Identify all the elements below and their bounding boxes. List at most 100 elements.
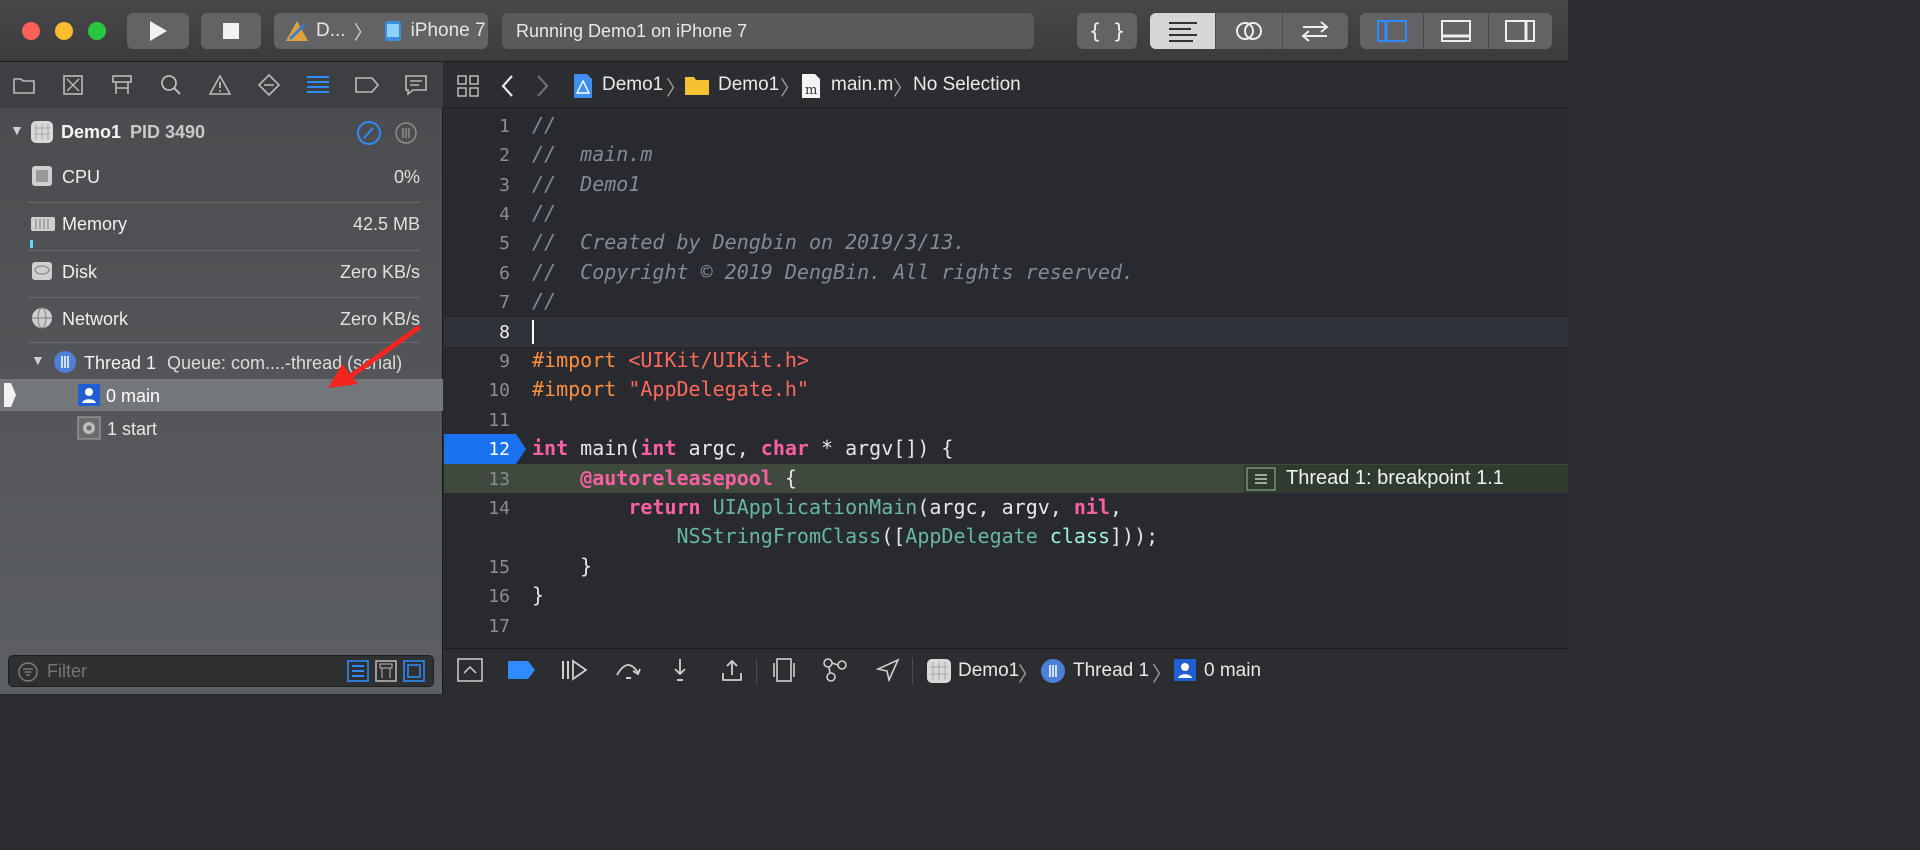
- breadcrumb-file[interactable]: main.m: [831, 74, 893, 96]
- folder-icon[interactable]: [10, 72, 38, 98]
- disclosure-triangle-icon[interactable]: ▼: [10, 122, 24, 138]
- filter-input[interactable]: [45, 660, 325, 682]
- toggle-navigator-button[interactable]: [1360, 13, 1425, 49]
- gauge-value: 0%: [393, 167, 420, 187]
- breadcrumb-symbol[interactable]: No Selection: [913, 74, 1021, 96]
- breakpoints-toggle-button[interactable]: [508, 656, 536, 684]
- step-over-icon: [616, 664, 641, 679]
- close-window-button[interactable]: [22, 22, 40, 40]
- continue-icon: [562, 659, 588, 681]
- library-button[interactable]: { }: [1077, 13, 1137, 49]
- code-line-6: // Copyright © 2019 DengBin. All rights …: [532, 260, 1135, 284]
- back-icon[interactable]: [500, 74, 514, 98]
- gauge-indicator-icon[interactable]: [356, 120, 382, 146]
- xcode-app-icon: [286, 21, 308, 41]
- code-line-12: int main(int argc, char * argv[]) {: [532, 436, 953, 460]
- gauge-row-memory[interactable]: Memory 42.5 MB: [0, 211, 443, 248]
- line-number: 13: [488, 469, 510, 490]
- divider: [28, 202, 420, 203]
- hide-debug-area-button[interactable]: [456, 656, 484, 684]
- hierarchy-icon[interactable]: [108, 72, 136, 98]
- chevron-right-icon: 〉: [1018, 664, 1038, 686]
- location-icon: [876, 658, 900, 682]
- svg-text:m: m: [805, 83, 817, 98]
- continue-button[interactable]: [560, 656, 588, 684]
- cursor-line-highlight: [444, 317, 1568, 347]
- stack-frame[interactable]: 1 start: [0, 414, 443, 442]
- debug-icon[interactable]: [304, 72, 332, 98]
- chevron-right-icon: 〉: [893, 78, 913, 100]
- simulate-location-button[interactable]: [874, 656, 902, 684]
- code-line-4: //: [532, 201, 557, 225]
- keyword: return: [628, 495, 701, 519]
- run-button[interactable]: [127, 13, 189, 49]
- assistant-editor-button[interactable]: [1216, 13, 1283, 49]
- code-line-1: //: [532, 113, 557, 137]
- debug-crumb-thread[interactable]: Thread 1: [1073, 660, 1149, 682]
- step-into-button[interactable]: [666, 656, 694, 684]
- scheme-selector[interactable]: D... 〉 iPhone 7: [274, 13, 488, 49]
- gauge-row-disk[interactable]: Disk Zero KB/s: [0, 259, 443, 285]
- editor-mode-segment: [1150, 13, 1348, 49]
- filter-stack-icon[interactable]: [347, 660, 369, 682]
- breakpoint-icon[interactable]: [353, 72, 381, 98]
- toggle-debug-area-button[interactable]: [1424, 13, 1489, 49]
- divider: [28, 297, 420, 298]
- keyword: @autoreleasepool: [580, 466, 773, 490]
- line-number: 9: [499, 351, 510, 372]
- divider: [28, 250, 420, 251]
- version-editor-button[interactable]: [1283, 13, 1348, 49]
- stop-button[interactable]: [201, 13, 261, 49]
- forward-icon[interactable]: [536, 74, 550, 98]
- debug-crumb-frame[interactable]: 0 main: [1204, 660, 1261, 682]
- related-items-icon[interactable]: [456, 74, 480, 98]
- line-number: 7: [499, 292, 510, 313]
- objc-file-icon: m: [802, 74, 820, 98]
- code-line-14-wrap: NSStringFromClass([AppDelegate class]));: [532, 524, 1159, 548]
- symbol-icon[interactable]: [59, 72, 87, 98]
- gauge-row-cpu[interactable]: CPU 0%: [0, 164, 443, 190]
- toggle-inspector-button[interactable]: [1489, 13, 1552, 49]
- filter-hierarchy-icon[interactable]: [375, 660, 397, 682]
- process-row[interactable]: ▼ Demo1 PID 3490: [0, 120, 443, 146]
- code-text: argc,: [676, 436, 761, 460]
- search-icon[interactable]: [157, 72, 185, 98]
- zoom-window-button[interactable]: [88, 22, 106, 40]
- thread-pause-icon[interactable]: [394, 121, 418, 145]
- gauge-label: Memory: [62, 214, 128, 234]
- frame-label: 1 start: [107, 419, 158, 439]
- breakpoint-annotation[interactable]: Thread 1: breakpoint 1.1: [1244, 465, 1568, 493]
- code-line-14: return UIApplicationMain(argc, argv, nil…: [532, 495, 1122, 519]
- standard-editor-button[interactable]: [1150, 13, 1217, 49]
- line-number: 3: [499, 175, 510, 196]
- line-number: 14: [488, 498, 510, 519]
- filter-crashed-icon[interactable]: [403, 660, 425, 682]
- breadcrumb-project[interactable]: Demo1: [602, 74, 663, 96]
- line-number: 16: [488, 586, 510, 607]
- left-panel-icon: [1376, 20, 1407, 42]
- thread-name: Thread 1: [84, 353, 157, 373]
- line-number: 10: [488, 380, 510, 401]
- current-frame-marker-icon: [4, 383, 16, 407]
- view-debugger-button[interactable]: [770, 656, 798, 684]
- line-number: 1: [499, 116, 510, 137]
- bottom-panel-icon: [1440, 20, 1471, 42]
- disclosure-triangle-icon[interactable]: ▼: [31, 352, 45, 368]
- test-icon[interactable]: [255, 72, 283, 98]
- warning-icon[interactable]: [206, 72, 234, 98]
- function-name: UIApplicationMain: [712, 495, 918, 519]
- report-icon[interactable]: [402, 72, 430, 98]
- system-frame-icon: [77, 416, 101, 440]
- minimize-window-button[interactable]: [55, 22, 73, 40]
- view-hierarchy-icon: [773, 658, 795, 682]
- breadcrumb-group[interactable]: Demo1: [718, 74, 779, 96]
- chevron-right-icon: 〉: [1152, 664, 1172, 686]
- memory-graph-button[interactable]: [822, 656, 850, 684]
- step-out-button[interactable]: [718, 656, 746, 684]
- step-over-button[interactable]: [614, 656, 642, 684]
- debug-crumb-process[interactable]: Demo1: [958, 660, 1019, 682]
- line-number: 4: [499, 204, 510, 225]
- right-panel-icon: [1505, 20, 1536, 42]
- folder-icon: [685, 77, 709, 95]
- code-line-15: }: [532, 554, 592, 578]
